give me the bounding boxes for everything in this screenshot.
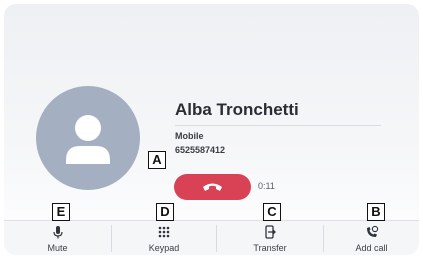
figure-frame: Alba Tronchetti Mobile 6525587412 0:11 M… bbox=[0, 0, 423, 259]
callout-b: B bbox=[367, 203, 385, 221]
keypad-label: Keypad bbox=[148, 243, 180, 253]
callout-c: C bbox=[263, 203, 281, 221]
mute-label: Mute bbox=[47, 243, 68, 253]
add-call-label: Add call bbox=[355, 243, 388, 253]
keypad-icon bbox=[158, 226, 170, 238]
keypad-button[interactable]: Keypad bbox=[112, 221, 216, 255]
microphone-icon bbox=[52, 226, 63, 239]
add-call-icon bbox=[366, 225, 378, 237]
contact-avatar bbox=[36, 86, 140, 190]
callout-e: E bbox=[52, 203, 70, 221]
hang-up-icon bbox=[203, 183, 222, 191]
name-divider bbox=[175, 125, 381, 126]
caller-name: Alba Tronchetti bbox=[175, 100, 299, 119]
mute-button[interactable]: Mute bbox=[4, 221, 111, 255]
number-type: Mobile bbox=[175, 131, 204, 141]
person-icon bbox=[66, 115, 110, 164]
call-duration: 0:11 bbox=[258, 181, 275, 191]
caller-number: 6525587412 bbox=[175, 145, 226, 155]
end-call-button[interactable] bbox=[174, 174, 251, 200]
callout-a: A bbox=[148, 151, 166, 169]
call-controls-bar: Mute Keypad Transfer Add call bbox=[4, 220, 419, 255]
transfer-label: Transfer bbox=[253, 243, 287, 253]
transfer-button[interactable]: Transfer bbox=[217, 221, 323, 255]
add-call-button[interactable]: Add call bbox=[324, 221, 419, 255]
callout-d: D bbox=[156, 203, 174, 221]
transfer-icon bbox=[265, 225, 276, 239]
